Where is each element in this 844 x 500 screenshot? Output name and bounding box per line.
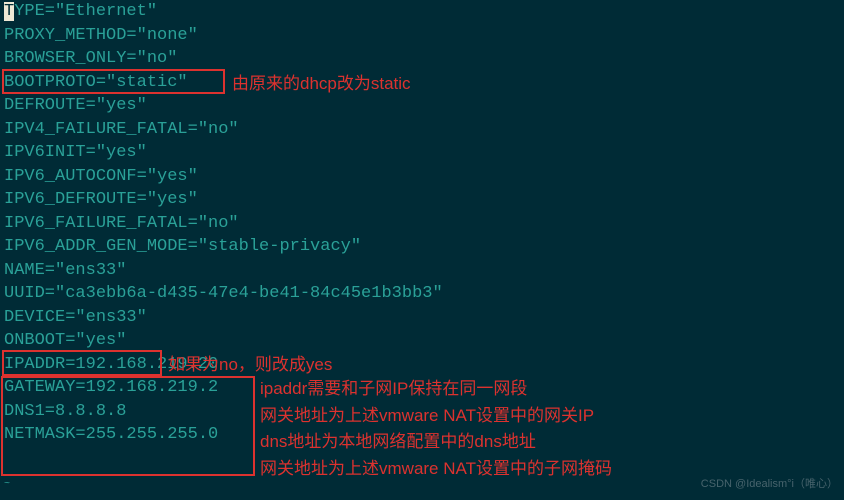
config-line: TYPE="Ethernet" [4,0,840,24]
annotation-onboot: 如果为no，则改成yes [168,353,332,377]
highlight-bootproto [2,69,225,94]
config-line: NAME="ens33" [4,259,840,283]
config-line: IPV4_FAILURE_FATAL="no" [4,118,840,142]
annotation-gateway: 网关地址为上述vmware NAT设置中的网关IP [260,404,594,428]
config-line: DEFROUTE="yes" [4,94,840,118]
config-line: IPV6_DEFROUTE="yes" [4,188,840,212]
annotation-ipaddr: ipaddr需要和子网IP保持在同一网段 [260,377,527,401]
highlight-network-block [1,376,255,476]
config-line: IPV6_FAILURE_FATAL="no" [4,212,840,236]
highlight-onboot [2,350,162,376]
tilde-marker: ~ [4,473,10,497]
cursor: T [4,2,14,21]
config-line: PROXY_METHOD="none" [4,24,840,48]
config-line: IPV6_ADDR_GEN_MODE="stable-privacy" [4,235,840,259]
config-line: ONBOOT="yes" [4,329,840,353]
config-line: IPV6INIT="yes" [4,141,840,165]
config-line: UUID="ca3ebb6a-d435-47e4-be41-84c45e1b3b… [4,282,840,306]
config-line: IPV6_AUTOCONF="yes" [4,165,840,189]
annotation-netmask: 网关地址为上述vmware NAT设置中的子网掩码 [260,457,612,481]
line-text: YPE="Ethernet" [14,2,157,21]
config-line: DEVICE="ens33" [4,306,840,330]
watermark: CSDN @Idealism°i（唯心） [701,473,838,497]
annotation-dns: dns地址为本地网络配置中的dns地址 [260,430,536,454]
annotation-bootproto: 由原来的dhcp改为static [232,72,411,96]
config-line: BROWSER_ONLY="no" [4,47,840,71]
